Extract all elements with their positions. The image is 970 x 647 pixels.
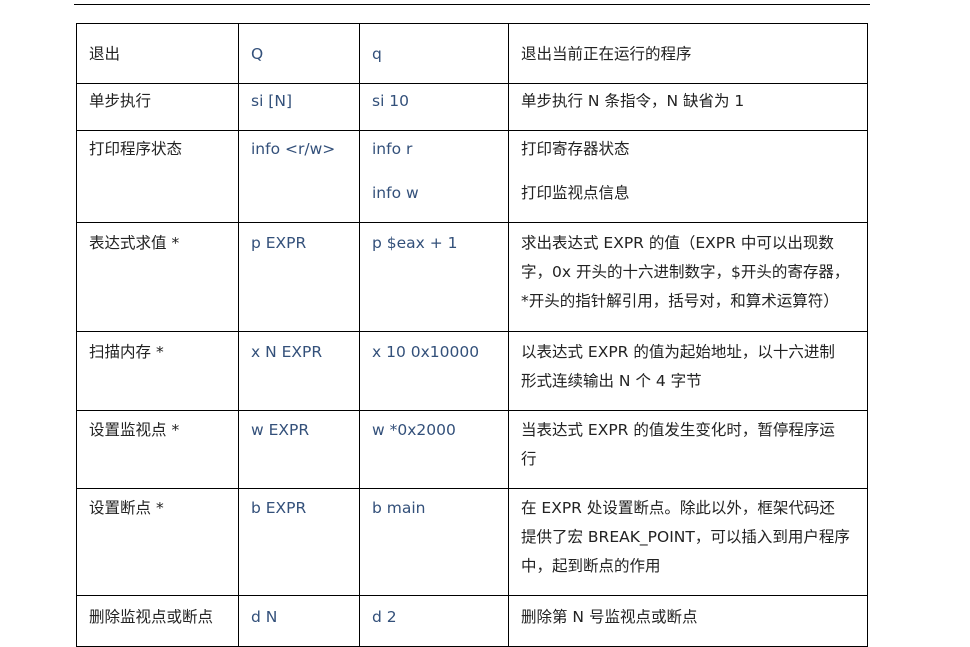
command-example: info r	[372, 140, 413, 158]
command-example: x 10 0x10000	[372, 343, 480, 361]
command-name: 退出	[89, 45, 121, 63]
command-format: p EXPR	[251, 234, 307, 252]
star-marker: *	[171, 234, 180, 252]
command-name-cell: 表达式求值 *	[76, 222, 239, 332]
example-cell: q	[359, 23, 509, 84]
description-line: 中，起到断点的作用	[521, 557, 661, 575]
table-row: 单步执行 si [N] si 10 单步执行 N 条指令，N 缺省为 1	[76, 83, 868, 131]
command-name: 删除监视点或断点	[89, 608, 214, 626]
command-name: 设置监视点	[89, 421, 167, 439]
format-cell: p EXPR	[238, 222, 360, 332]
description-cell: 打印寄存器状态 打印监视点信息	[508, 130, 868, 223]
format-cell: d N	[238, 595, 360, 647]
description-line: 提供了宏 BREAK_POINT，可以插入到用户程序	[521, 528, 850, 546]
description-line: 以表达式 EXPR 的值为起始地址，以十六进制	[521, 343, 835, 361]
star-marker: *	[155, 499, 164, 517]
description-line: 打印监视点信息	[521, 184, 630, 202]
table-row: 退出 Q q 退出当前正在运行的程序	[76, 23, 868, 84]
command-example: p $eax + 1	[372, 234, 458, 252]
command-format: Q	[251, 45, 264, 63]
command-format: si [N]	[251, 92, 292, 110]
example-cell: w *0x2000	[359, 410, 509, 489]
table-row: 打印程序状态 info <r/w> info r info w 打印寄存器状态 …	[76, 130, 868, 223]
format-cell: w EXPR	[238, 410, 360, 489]
description-line: *开头的指针解引用，括号对，和算术运算符）	[521, 292, 839, 310]
description-cell: 删除第 N 号监视点或断点	[508, 595, 868, 647]
star-marker: *	[155, 343, 164, 361]
example-cell: x 10 0x10000	[359, 331, 509, 411]
command-example: q	[372, 45, 382, 63]
command-name: 扫描内存	[89, 343, 152, 361]
command-name: 设置断点	[89, 499, 152, 517]
command-format: b EXPR	[251, 499, 307, 517]
star-marker: *	[171, 421, 180, 439]
example-cell: info r info w	[359, 130, 509, 223]
command-example: info w	[372, 184, 419, 202]
command-name: 表达式求值	[89, 234, 167, 252]
description-line: 形式连续输出 N 个 4 字节	[521, 372, 702, 390]
command-name-cell: 设置断点 *	[76, 488, 239, 596]
command-format: d N	[251, 608, 278, 626]
description-line: 行	[521, 450, 537, 468]
example-cell: d 2	[359, 595, 509, 647]
command-example: d 2	[372, 608, 397, 626]
format-cell: x N EXPR	[238, 331, 360, 411]
table-row: 扫描内存 * x N EXPR x 10 0x10000 以表达式 EXPR 的…	[76, 331, 868, 411]
top-horizontal-rule	[74, 4, 870, 5]
description-line: 字，0x 开头的十六进制数字，$开头的寄存器，	[521, 263, 850, 281]
description-cell: 求出表达式 EXPR 的值（EXPR 中可以出现数 字，0x 开头的十六进制数字…	[508, 222, 868, 332]
description-line: 当表达式 EXPR 的值发生变化时，暂停程序运	[521, 421, 835, 439]
format-cell: info <r/w>	[238, 130, 360, 223]
command-name-cell: 打印程序状态	[76, 130, 239, 223]
description-cell: 当表达式 EXPR 的值发生变化时，暂停程序运 行	[508, 410, 868, 489]
table-row: 表达式求值 * p EXPR p $eax + 1 求出表达式 EXPR 的值（…	[76, 222, 868, 332]
command-name-cell: 单步执行	[76, 83, 239, 131]
description-cell: 单步执行 N 条指令，N 缺省为 1	[508, 83, 868, 131]
format-cell: si [N]	[238, 83, 360, 131]
description-line: 删除第 N 号监视点或断点	[521, 608, 698, 626]
command-name-cell: 退出	[76, 23, 239, 84]
command-name-cell: 扫描内存 *	[76, 331, 239, 411]
description-cell: 以表达式 EXPR 的值为起始地址，以十六进制 形式连续输出 N 个 4 字节	[508, 331, 868, 411]
description-cell: 退出当前正在运行的程序	[508, 23, 868, 84]
command-example: si 10	[372, 92, 410, 110]
command-name: 单步执行	[89, 92, 152, 110]
description-line: 退出当前正在运行的程序	[521, 45, 692, 63]
description-line: 打印寄存器状态	[521, 140, 630, 158]
example-cell: b main	[359, 488, 509, 596]
command-format: w EXPR	[251, 421, 310, 439]
command-name: 打印程序状态	[89, 140, 183, 158]
description-line: 单步执行 N 条指令，N 缺省为 1	[521, 92, 745, 110]
description-line: 求出表达式 EXPR 的值（EXPR 中可以出现数	[521, 234, 834, 252]
description-cell: 在 EXPR 处设置断点。除此以外，框架代码还 提供了宏 BREAK_POINT…	[508, 488, 868, 596]
command-table: 退出 Q q 退出当前正在运行的程序 单步执行 si [N] si 10 单步执…	[76, 23, 868, 647]
command-name-cell: 设置监视点 *	[76, 410, 239, 489]
command-format: x N EXPR	[251, 343, 323, 361]
table-row: 设置断点 * b EXPR b main 在 EXPR 处设置断点。除此以外，框…	[76, 488, 868, 596]
format-cell: Q	[238, 23, 360, 84]
description-line: 在 EXPR 处设置断点。除此以外，框架代码还	[521, 499, 835, 517]
table-row: 删除监视点或断点 d N d 2 删除第 N 号监视点或断点	[76, 595, 868, 647]
command-example: b main	[372, 499, 426, 517]
example-cell: p $eax + 1	[359, 222, 509, 332]
command-example: w *0x2000	[372, 421, 456, 439]
command-format: info <r/w>	[251, 140, 336, 158]
table-row: 设置监视点 * w EXPR w *0x2000 当表达式 EXPR 的值发生变…	[76, 410, 868, 489]
example-cell: si 10	[359, 83, 509, 131]
command-name-cell: 删除监视点或断点	[76, 595, 239, 647]
format-cell: b EXPR	[238, 488, 360, 596]
